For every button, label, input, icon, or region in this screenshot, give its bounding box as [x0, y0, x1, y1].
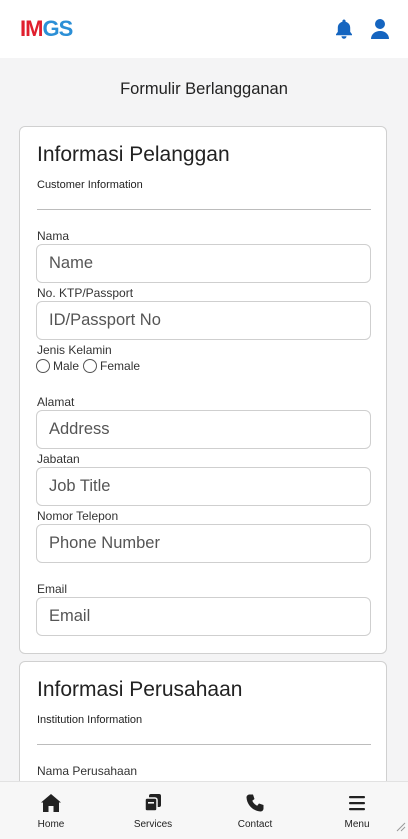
male-radio-label[interactable]: Male [53, 359, 79, 373]
id-label: No. KTP/Passport [37, 286, 134, 300]
name-label: Nama [37, 229, 70, 243]
company-name-label: Nama Perusahaan [37, 764, 138, 778]
address-label: Alamat [37, 395, 75, 409]
gender-label: Jenis Kelamin [37, 343, 112, 357]
top-icons [334, 18, 390, 40]
page-title: Formulir Berlangganan [120, 80, 288, 98]
bottom-nav: Home Services Contact Menu [0, 781, 408, 839]
section-subtitle: Customer Information [37, 179, 143, 191]
nav-home-label: Home [37, 819, 65, 830]
gender-radio-group: Male Female [36, 359, 144, 373]
nav-contact-label: Contact [237, 819, 273, 830]
user-icon[interactable] [370, 18, 390, 40]
nav-menu[interactable]: Menu [306, 782, 408, 839]
id-passport-input[interactable] [36, 301, 371, 340]
nav-home[interactable]: Home [0, 782, 102, 839]
section-divider [37, 744, 371, 745]
section-subtitle: Institution Information [37, 714, 143, 726]
nav-services[interactable]: Services [102, 782, 204, 839]
logo-part1: IM [20, 16, 43, 41]
female-radio[interactable] [83, 359, 98, 373]
app-logo[interactable]: IM GS [20, 14, 73, 44]
logo-part2: GS [42, 16, 73, 41]
job-title-input[interactable] [36, 467, 371, 506]
email-input[interactable] [36, 597, 371, 636]
section-title: Informasi Pelanggan [37, 143, 230, 166]
section-divider [37, 209, 371, 210]
phone-icon [245, 793, 265, 813]
name-input[interactable] [36, 244, 371, 283]
resize-handle-icon[interactable] [394, 819, 406, 837]
female-radio-label[interactable]: Female [100, 359, 140, 373]
address-input[interactable] [36, 410, 371, 449]
menu-icon [347, 793, 367, 813]
customer-info-card: Informasi Pelanggan Customer Information… [19, 126, 387, 654]
phone-label: Nomor Telepon [37, 509, 119, 523]
phone-input[interactable] [36, 524, 371, 563]
top-bar: IM GS [0, 0, 408, 58]
nav-menu-label: Menu [344, 819, 370, 830]
nav-contact[interactable]: Contact [204, 782, 306, 839]
email-label: Email [37, 582, 68, 596]
nav-services-label: Services [133, 819, 173, 830]
section-title: Informasi Perusahaan [37, 678, 243, 701]
services-icon [143, 793, 163, 813]
job-label: Jabatan [37, 452, 80, 466]
male-radio[interactable] [36, 359, 50, 373]
home-icon [40, 793, 62, 813]
bell-icon[interactable] [334, 18, 354, 40]
